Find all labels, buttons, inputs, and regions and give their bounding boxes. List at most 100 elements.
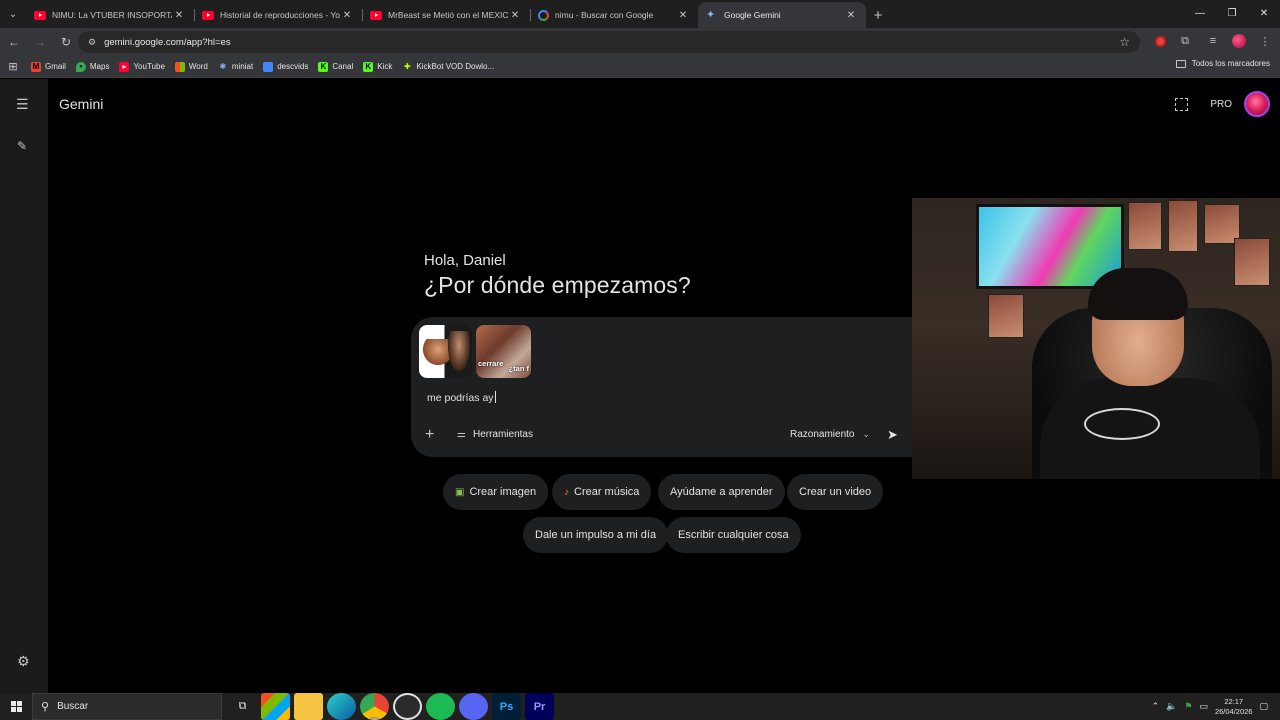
kick-icon: K <box>363 61 374 72</box>
tab-2[interactable]: MrBeast se Metió con el MEXICANO ✕ <box>362 2 530 28</box>
taskbar-apps: ⧉ Ps Pr <box>228 693 554 720</box>
tray-overflow-icon[interactable]: ⌃ <box>1152 701 1160 712</box>
chip-help-learn[interactable]: Ayúdame a aprender <box>658 474 785 510</box>
file-explorer-icon[interactable] <box>294 693 323 720</box>
webcam-overlay <box>912 198 1280 479</box>
shirt-logo <box>1084 408 1160 440</box>
chrome-icon[interactable] <box>360 693 389 720</box>
close-tab-icon[interactable]: ✕ <box>844 10 858 21</box>
pro-badge[interactable]: PRO <box>1210 99 1232 110</box>
task-view-icon[interactable]: ⧉ <box>228 693 257 720</box>
prompt-input[interactable]: me podrías ay <box>427 391 496 404</box>
chip-label: Dale un impulso a mi día <box>535 529 657 541</box>
main-menu-icon[interactable]: ☰ <box>16 97 32 111</box>
forward-icon[interactable]: → <box>28 30 52 54</box>
chip-label: Ayúdame a aprender <box>670 486 773 498</box>
close-tab-icon[interactable]: ✕ <box>340 10 354 21</box>
gemini-brand[interactable]: Gemini <box>59 96 103 112</box>
search-placeholder: Buscar <box>57 701 89 712</box>
clock[interactable]: 22:17 26/04/2026 <box>1215 697 1253 717</box>
tab-search-dropdown[interactable]: ⌄ <box>0 0 26 28</box>
bookmark-descvids[interactable]: descvids <box>258 58 313 76</box>
attached-image-1[interactable] <box>419 325 472 378</box>
bookmark-label: YouTube <box>133 62 165 71</box>
extensions-icon[interactable]: ⧉ <box>1176 32 1194 50</box>
windows-taskbar: ⚲ Buscar ⧉ Ps Pr ⌃ 🔈 ⚑ ▭ 22:17 26/04/202… <box>0 693 1280 720</box>
bookmark-star-icon[interactable]: ☆ <box>1119 35 1130 49</box>
reload-icon[interactable]: ↻ <box>54 30 78 54</box>
close-window-icon[interactable]: ✕ <box>1248 0 1280 26</box>
top-right-actions: PRO <box>1175 91 1270 117</box>
restore-icon[interactable]: ❐ <box>1216 0 1248 26</box>
discord-icon[interactable] <box>459 693 488 720</box>
sliders-icon: ⚌ <box>457 429 466 440</box>
network-icon[interactable]: ⚑ <box>1184 701 1192 712</box>
bookmark-gmail[interactable]: M Gmail <box>26 58 71 76</box>
chip-label: Escribir cualquier cosa <box>678 529 789 541</box>
thumbnail-caption: ¿tan f <box>508 364 529 373</box>
tab-title: NIMU: La VTUBER INSOPORTABLE <box>52 10 172 20</box>
premiere-icon[interactable]: Pr <box>525 693 554 720</box>
profile-avatar-icon[interactable] <box>1232 34 1246 48</box>
new-chat-icon[interactable]: ✎ <box>17 139 27 153</box>
model-mode-selector[interactable]: Razonamiento ⌄ <box>790 429 870 440</box>
system-tray: ⌃ 🔈 ⚑ ▭ 22:17 26/04/2026 ▢ <box>1152 693 1280 720</box>
apps-grid-icon[interactable]: ⊞ <box>0 60 26 73</box>
photoshop-icon[interactable]: Ps <box>492 693 521 720</box>
tab-4-active[interactable]: ✦ Google Gemini ✕ <box>698 2 866 28</box>
background-poster <box>1128 202 1162 250</box>
taskbar-search[interactable]: ⚲ Buscar <box>32 693 222 720</box>
tools-button[interactable]: ⚌ Herramientas <box>457 429 533 440</box>
bookmark-canal[interactable]: K Canal <box>313 58 358 76</box>
attached-image-2[interactable]: cerrare ¿tan f <box>476 325 531 378</box>
bookmark-kick[interactable]: K Kick <box>358 58 397 76</box>
tab-0[interactable]: NIMU: La VTUBER INSOPORTABLE ✕ <box>26 2 194 28</box>
tab-3[interactable]: nimu - Buscar con Google ✕ <box>530 2 698 28</box>
notifications-icon[interactable]: ▢ <box>1259 701 1268 712</box>
background-poster <box>1168 200 1198 252</box>
store-icon[interactable] <box>261 693 290 720</box>
close-tab-icon[interactable]: ✕ <box>676 10 690 21</box>
site-info-icon[interactable]: ⚙ <box>88 37 96 48</box>
tab-title: Google Gemini <box>724 10 781 20</box>
address-bar[interactable]: ⚙ gemini.google.com/app?hl=es ☆ <box>78 31 1140 53</box>
bookmark-kickbot[interactable]: ✚ KickBot VOD Dowlo... <box>397 58 499 76</box>
chip-write-anything[interactable]: Escribir cualquier cosa <box>666 517 801 553</box>
new-tab-button[interactable]: + <box>866 2 890 28</box>
account-avatar[interactable] <box>1244 91 1270 117</box>
bookmark-word[interactable]: Word <box>170 58 213 76</box>
volume-icon[interactable]: 🔈 <box>1166 701 1177 712</box>
bookmark-maps[interactable]: • Maps <box>71 58 115 76</box>
chip-boost-day[interactable]: Dale un impulso a mi día <box>523 517 669 553</box>
spotify-icon[interactable] <box>426 693 455 720</box>
reading-list-icon[interactable]: ≡ <box>1204 32 1222 50</box>
all-bookmarks-label: Todos los marcadores <box>1191 59 1270 68</box>
tab-1[interactable]: Historial de reproducciones - YouTube ✕ <box>194 2 362 28</box>
search-icon: ⚲ <box>41 701 50 713</box>
tab-strip: ⌄ NIMU: La VTUBER INSOPORTABLE ✕ Histori… <box>0 0 1280 28</box>
obs-icon[interactable] <box>393 693 422 720</box>
record-extension-icon[interactable] <box>1155 35 1166 47</box>
add-attachment-icon[interactable]: + <box>425 427 434 443</box>
chip-create-music[interactable]: ♪ Crear música <box>552 474 652 510</box>
bookmark-miniat[interactable]: ✱ miniat <box>213 58 258 76</box>
chip-create-image[interactable]: ▣ Crear imagen <box>443 474 549 510</box>
folder-icon <box>1175 59 1186 68</box>
display-icon[interactable]: ▭ <box>1199 701 1208 712</box>
bookmark-youtube[interactable]: ▸ YouTube <box>114 58 169 76</box>
back-icon[interactable]: ← <box>2 30 26 54</box>
close-tab-icon[interactable]: ✕ <box>508 10 522 21</box>
close-tab-icon[interactable]: ✕ <box>172 10 186 21</box>
all-bookmarks-button[interactable]: Todos los marcadores <box>1175 59 1270 68</box>
tab-title: MrBeast se Metió con el MEXICANO <box>388 10 508 20</box>
edge-icon[interactable] <box>327 693 356 720</box>
chip-label: Crear imagen <box>469 486 537 498</box>
chip-create-video[interactable]: Crear un video <box>787 474 884 510</box>
minimize-icon[interactable]: — <box>1184 0 1216 26</box>
more-menu-icon[interactable]: ⋮ <box>1256 32 1274 50</box>
start-button[interactable] <box>0 693 32 720</box>
send-icon[interactable]: ➤ <box>887 427 898 443</box>
settings-gear-icon[interactable]: ⚙ <box>17 653 30 670</box>
chevron-down-icon: ⌄ <box>862 429 871 439</box>
screen-capture-icon[interactable] <box>1175 97 1189 111</box>
